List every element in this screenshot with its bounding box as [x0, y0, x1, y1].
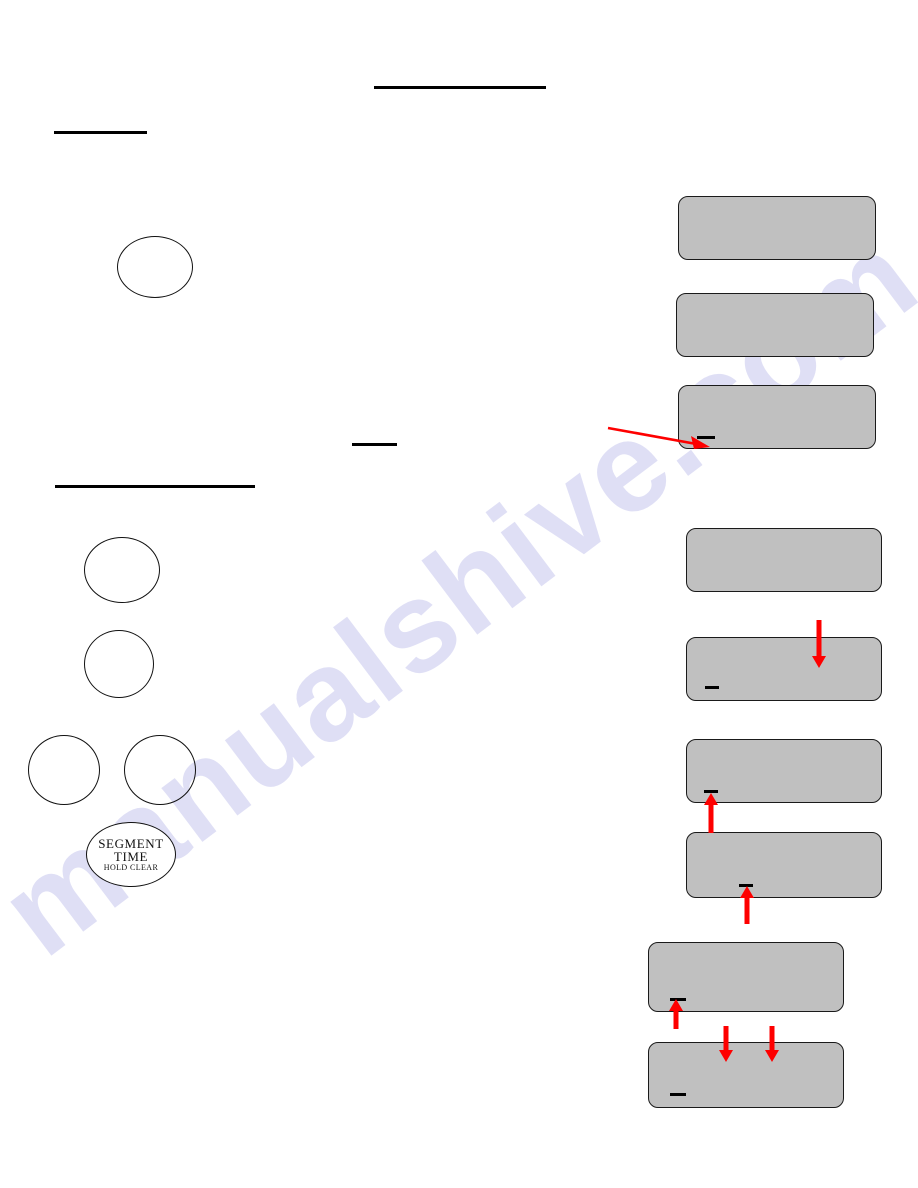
lcd-panel-9-down-arrow-right [765, 1026, 779, 1062]
lcd-panel-7-up-arrow [740, 886, 754, 924]
control-button-row3-right[interactable] [124, 735, 196, 805]
mid-left-heading-rule [55, 485, 255, 488]
mid-center-short-rule [352, 443, 397, 446]
lcd-panel-7[interactable] [686, 832, 882, 898]
upper-left-heading-rule [54, 131, 147, 134]
lcd-panel-8-up-arrow [669, 999, 683, 1029]
lcd-panel-3-pointer-arrow [607, 426, 710, 449]
lcd-panel-2[interactable] [676, 293, 874, 357]
lcd-panel-9[interactable] [648, 1042, 844, 1108]
control-button-row3-left[interactable] [28, 735, 100, 805]
lcd-panel-9-down-arrow-left [719, 1026, 733, 1062]
lcd-panel-5[interactable] [686, 637, 882, 701]
lcd-panel-6-up-arrow [704, 793, 718, 833]
segment-time-hold-clear-label: HOLD CLEAR [103, 863, 159, 873]
segment-time-button[interactable]: SEGMENT TIME HOLD CLEAR [86, 822, 176, 887]
lcd-panel-4[interactable] [686, 528, 882, 592]
lcd-panel-9-segment-dash [670, 1093, 686, 1096]
lcd-panel-5-segment-dash [705, 686, 719, 689]
segment-time-label-line2: TIME [113, 848, 149, 864]
lcd-panel-1[interactable] [678, 196, 876, 260]
control-button-row1[interactable] [84, 537, 160, 603]
control-button-upper[interactable] [117, 236, 193, 298]
manual-page: manualshive.com SEGMENT TIME HOLD CLEAR [0, 0, 918, 1188]
lcd-panel-5-down-arrow [812, 620, 826, 668]
control-button-row2[interactable] [84, 630, 154, 698]
segment-time-label-line1: SEGMENT [98, 835, 164, 851]
top-center-heading-rule [374, 86, 546, 89]
